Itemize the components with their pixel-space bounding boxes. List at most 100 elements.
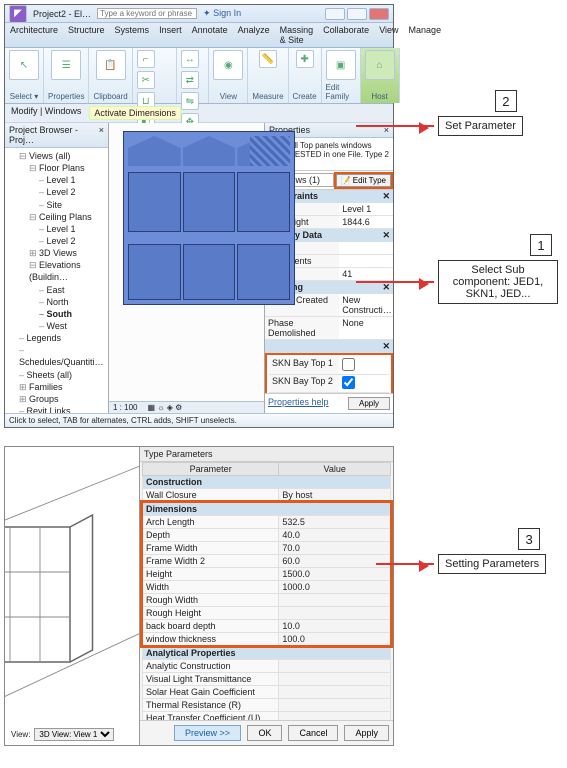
cancel-button[interactable]: Cancel <box>288 725 338 741</box>
properties-icon[interactable]: ☰ <box>51 50 81 80</box>
param-value[interactable]: 10.0 <box>279 620 391 633</box>
host-icon[interactable]: ⌂ <box>365 50 395 80</box>
scale-label[interactable]: 1 : 100 <box>113 403 137 412</box>
tab-annotate[interactable]: Annotate <box>187 23 233 47</box>
edit-type-button[interactable]: 📝 Edit Type <box>336 174 391 187</box>
tree-views[interactable]: Views (all) <box>19 150 104 162</box>
tab-massing[interactable]: Massing & Site <box>275 23 319 47</box>
param-value[interactable]: 40.0 <box>279 529 391 542</box>
param-value[interactable] <box>279 594 391 607</box>
subcomponent-checkbox[interactable] <box>342 358 355 371</box>
tree-ceilingplans[interactable]: Ceiling Plans <box>29 211 104 223</box>
window-close-icon[interactable] <box>369 8 389 20</box>
prop-value[interactable]: None <box>339 317 393 339</box>
properties-label: Properties <box>48 92 84 101</box>
param-value[interactable]: By host <box>279 489 391 502</box>
tab-architecture[interactable]: Architecture <box>5 23 63 47</box>
status-line: Click to select, TAB for alternates, CTR… <box>5 413 393 427</box>
modify-icon[interactable]: ↖ <box>9 50 39 80</box>
tree-item[interactable]: West <box>39 320 104 332</box>
tab-systems[interactable]: Systems <box>110 23 155 47</box>
param-value[interactable] <box>279 673 391 686</box>
tab-manage[interactable]: Manage <box>404 23 447 47</box>
tree-item[interactable]: Level 1 <box>39 223 104 235</box>
selected-window-element[interactable] <box>123 131 295 305</box>
tree-sheets[interactable]: Sheets (all) <box>19 369 104 381</box>
cope-icon[interactable]: ⌐ <box>137 50 155 68</box>
measure-icon[interactable]: 📏 <box>259 50 277 68</box>
search-input[interactable] <box>97 8 197 19</box>
prop-value[interactable]: Level 1 <box>339 203 393 215</box>
cut-icon[interactable]: ✂ <box>137 71 155 89</box>
signin-link[interactable]: ✦ Sign In <box>203 8 241 19</box>
align-icon[interactable]: ↔ <box>181 50 199 68</box>
ribbon: ↖Select ▾ ☰Properties 📋Clipboard ⌐✂⊔ ◧◨◩… <box>5 48 393 104</box>
param-value[interactable] <box>279 660 391 673</box>
tab-insert[interactable]: Insert <box>154 23 187 47</box>
param-value[interactable] <box>279 699 391 712</box>
app-menu-icon[interactable]: ◤ <box>9 5 27 23</box>
create-icon[interactable]: ✚ <box>296 50 314 68</box>
view-selector[interactable]: 3D View: View 1 <box>34 728 114 741</box>
apply-button[interactable]: Apply <box>348 397 390 410</box>
param-value[interactable]: 100.0 <box>279 633 391 646</box>
tab-structure[interactable]: Structure <box>63 23 110 47</box>
prop-value[interactable] <box>339 242 393 254</box>
offset-icon[interactable]: ⇄ <box>181 71 199 89</box>
drawing-canvas[interactable]: 1 : 100 ▦ ☼ ◈ ⚙ <box>109 123 265 413</box>
view-label: View: <box>11 730 30 739</box>
tree-item[interactable]: Level 2 <box>39 186 104 198</box>
tree-3dviews[interactable]: 3D Views <box>29 247 104 259</box>
tree-families[interactable]: Families <box>19 381 104 393</box>
view-controls-icon[interactable]: ▦ ☼ ◈ ⚙ <box>147 403 182 412</box>
tree-elevations[interactable]: Elevations (Buildin… <box>29 259 104 283</box>
param-key: Solar Heat Gain Coefficient <box>143 686 279 699</box>
window-max-icon[interactable] <box>347 8 367 20</box>
tree-schedules[interactable]: Schedules/Quantiti… <box>19 344 104 368</box>
tree-item-south[interactable]: South <box>39 308 104 320</box>
param-value[interactable]: 60.0 <box>279 555 391 568</box>
tree-groups[interactable]: Groups <box>19 393 104 405</box>
param-key: Thermal Resistance (R) <box>143 699 279 712</box>
param-value[interactable] <box>279 686 391 699</box>
tree-item[interactable]: North <box>39 296 104 308</box>
preview-button[interactable]: Preview >> <box>174 725 241 741</box>
param-value[interactable]: 1000.0 <box>279 581 391 594</box>
apply-button[interactable]: Apply <box>344 725 389 741</box>
param-key: Rough Height <box>143 607 279 620</box>
tree-revitlinks[interactable]: Revit Links <box>19 405 104 413</box>
mirror-icon[interactable]: ⇋ <box>181 92 199 110</box>
tab-collaborate[interactable]: Collaborate <box>318 23 374 47</box>
param-value[interactable]: 1500.0 <box>279 568 391 581</box>
prop-value[interactable]: 1844.6 <box>339 216 393 228</box>
group-construction[interactable]: Construction <box>143 476 391 489</box>
annotation-2: 2Set Parameter <box>438 116 523 136</box>
param-value[interactable] <box>279 607 391 620</box>
tab-view[interactable]: View <box>374 23 403 47</box>
paste-icon[interactable]: 📋 <box>96 50 126 80</box>
annotation-1: 1Select Sub component: JED1, SKN1, JED..… <box>438 260 558 304</box>
param-value[interactable]: 70.0 <box>279 542 391 555</box>
param-value[interactable] <box>279 712 391 721</box>
group-dimensions[interactable]: Dimensions <box>143 503 391 516</box>
ok-button[interactable]: OK <box>247 725 282 741</box>
properties-help-link[interactable]: Properties help <box>268 397 329 410</box>
tree-item[interactable]: Level 1 <box>39 174 104 186</box>
tab-analyze[interactable]: Analyze <box>233 23 275 47</box>
subcomponent-checkbox[interactable] <box>342 376 355 389</box>
param-key: Visual Light Transmittance <box>143 673 279 686</box>
tree-legends[interactable]: Legends <box>19 332 104 344</box>
tree-item[interactable]: Level 2 <box>39 235 104 247</box>
tree-floorplans[interactable]: Floor Plans <box>29 162 104 174</box>
edit-family-icon[interactable]: ▣ <box>326 50 356 80</box>
browser-title: Project Browser - Proj… <box>9 125 99 145</box>
param-value[interactable]: 532.5 <box>279 516 391 529</box>
view-icon[interactable]: ◉ <box>213 50 243 80</box>
param-key: Wall Closure <box>143 489 279 502</box>
window-min-icon[interactable] <box>325 8 345 20</box>
close-icon[interactable]: × <box>99 125 104 145</box>
tree-item[interactable]: Site <box>39 199 104 211</box>
activate-dimensions-button[interactable]: Activate Dimensions <box>89 106 181 120</box>
group-analytical[interactable]: Analytical Properties <box>143 647 391 660</box>
tree-item[interactable]: East <box>39 284 104 296</box>
